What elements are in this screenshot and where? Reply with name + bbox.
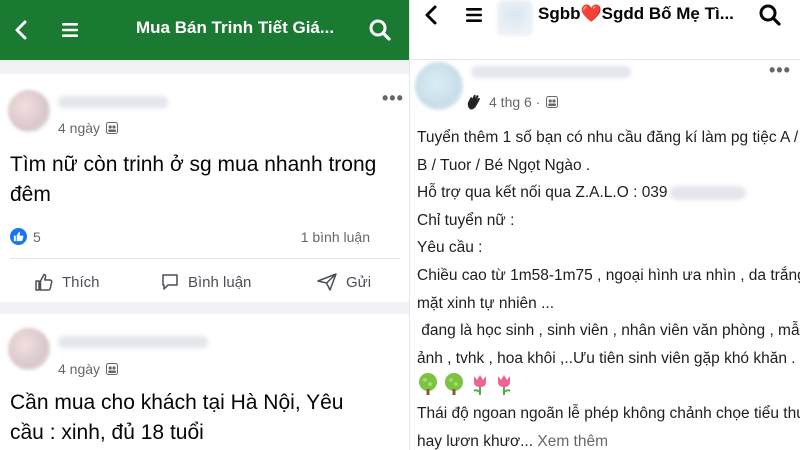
post-separator xyxy=(0,302,410,314)
post-text-line: mặt xinh tự nhiên ... xyxy=(417,294,555,312)
group-header: Mua Bán Trinh Tiết Giá... xyxy=(0,0,410,72)
post-text-line: cầu : xinh, đủ 18 tuổi xyxy=(10,421,204,444)
like-label: Thích xyxy=(62,273,100,291)
post-time[interactable]: 4 ngày xyxy=(58,361,100,377)
tulip-emoji-icon xyxy=(497,375,511,396)
see-more-link[interactable]: Xem thêm xyxy=(537,433,608,450)
like-button[interactable]: Thích xyxy=(34,272,100,292)
tulip-emoji-icon xyxy=(472,375,486,396)
send-button[interactable]: Gửi xyxy=(316,272,371,292)
comment-icon xyxy=(162,274,178,290)
post-text-line: Thái độ ngoan ngoãn lễ phép không chảnh … xyxy=(417,404,800,422)
comment-count[interactable]: 1 bình luận xyxy=(301,229,370,245)
post-meta: 4 thg 6 · xyxy=(465,93,559,111)
group-title[interactable]: Mua Bán Trinh Tiết Giá... xyxy=(136,18,334,38)
post-text-line: Chỉ tuyển nữ : xyxy=(417,211,515,229)
post-meta: 4 ngày xyxy=(58,361,119,377)
post-options-icon[interactable]: ••• xyxy=(382,88,404,109)
heart-icon: ❤️ xyxy=(580,4,602,23)
tree-emoji-icon xyxy=(445,373,464,396)
send-icon xyxy=(317,273,337,291)
author-avatar[interactable] xyxy=(415,62,463,110)
tree-emoji-icon xyxy=(419,373,437,396)
group-title-part: Sgdd Bố Mẹ Tì... xyxy=(601,4,734,23)
thumbs-up-icon xyxy=(35,273,53,291)
post-text-line: đêm xyxy=(10,183,51,206)
menu-icon[interactable] xyxy=(56,16,84,44)
post-text-line: Tìm nữ còn trinh ở sg mua nhanh trong xyxy=(10,153,377,176)
divider xyxy=(10,258,400,259)
emoji-row xyxy=(417,372,792,400)
post-time[interactable]: 4 thg 6 · xyxy=(489,94,540,110)
group-title-part: Sgbb xyxy=(538,4,581,23)
author-name-blurred[interactable] xyxy=(58,336,208,348)
right-post-panel: Sgbb❤️Sgdd Bố Mẹ Tì... 4 thg 6 · ••• Tuy… xyxy=(411,0,800,450)
post-text-line: Hỗ trợ qua kết nối qua Z.A.L.O : 039 xyxy=(417,179,792,207)
post-text-line: đang là học sinh , sinh viên , nhân viên… xyxy=(417,322,800,340)
left-post-panel: Mua Bán Trinh Tiết Giá... 4 ngày ••• Tìm… xyxy=(0,0,410,450)
menu-icon[interactable] xyxy=(461,2,487,28)
phone-number-blurred xyxy=(669,186,746,201)
group-title[interactable]: Sgbb❤️Sgdd Bố Mẹ Tì... xyxy=(538,4,734,24)
author-name-blurred[interactable] xyxy=(58,96,168,108)
group-privacy-icon xyxy=(106,122,119,134)
post-text-end: hay lươn khươ... xyxy=(417,432,534,450)
reaction-summary[interactable]: 5 xyxy=(10,228,41,245)
post-body: Tuyển thêm 1 số bạn có nhu cầu đăng kí l… xyxy=(417,124,800,450)
post-text-line: Tuyển thêm 1 số bạn có nhu cầu đăng kí l… xyxy=(417,129,799,146)
post-text-line: ảnh , tvhk , hoa khôi ,..Ưu tiên sinh vi… xyxy=(417,349,796,367)
post-text-line: B / Tuor / Bé Ngọt Ngào . xyxy=(417,156,591,174)
group-privacy-icon xyxy=(106,363,119,375)
group-privacy-icon xyxy=(546,96,559,108)
waving-hand-icon xyxy=(467,94,480,110)
author-avatar[interactable] xyxy=(8,90,50,132)
author-name-blurred[interactable] xyxy=(471,66,631,78)
post-text-line: Cần mua cho khách tại Hà Nội, Yêu xyxy=(10,391,344,414)
search-icon[interactable] xyxy=(366,16,394,44)
group-thumbnail-blurred[interactable] xyxy=(497,0,533,36)
author-avatar[interactable] xyxy=(8,328,50,370)
search-icon[interactable] xyxy=(757,2,783,28)
like-count: 5 xyxy=(33,228,41,245)
post-text-line: Yêu cầu : xyxy=(417,239,483,257)
post-text-line: Chiều cao từ 1m58-1m75 , ngoại hình ưa n… xyxy=(417,266,800,284)
back-arrow-icon[interactable] xyxy=(419,2,445,28)
post-time[interactable]: 4 ngày xyxy=(58,120,100,136)
post-text-line: hay lươn khươ... Xem thêm xyxy=(417,428,792,450)
post-options-icon[interactable]: ••• xyxy=(769,60,791,81)
comment-label: Bình luận xyxy=(188,273,252,291)
contact-text: Hỗ trợ qua kết nối qua Z.A.L.O : 039 xyxy=(417,184,668,202)
post-body: Cần mua cho khách tại Hà Nội, Yêu cầu : … xyxy=(10,388,405,448)
post-body: Tìm nữ còn trinh ở sg mua nhanh trong đê… xyxy=(10,150,405,210)
like-reaction-icon xyxy=(10,228,27,245)
post-meta: 4 ngày xyxy=(58,120,119,136)
back-arrow-icon[interactable] xyxy=(8,16,36,44)
send-label: Gửi xyxy=(346,273,372,291)
section-separator xyxy=(0,66,410,74)
comment-button[interactable]: Bình luận xyxy=(160,272,251,292)
group-header: Sgbb❤️Sgdd Bố Mẹ Tì... xyxy=(411,0,800,60)
